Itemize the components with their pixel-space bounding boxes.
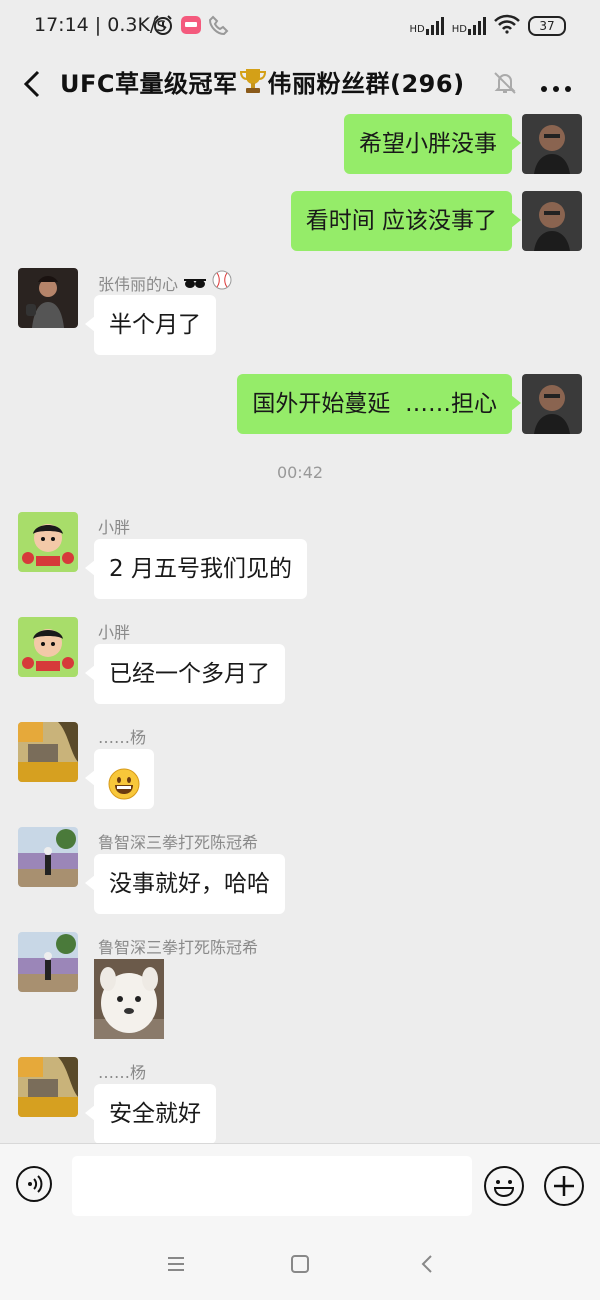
sender-avatar[interactable] — [18, 722, 78, 782]
message-incoming: 小胖 2 月五号我们见的 — [0, 512, 600, 602]
my-avatar[interactable] — [522, 114, 582, 174]
voice-icon[interactable] — [16, 1166, 52, 1202]
message-incoming: ……杨 安全就好 — [0, 1057, 600, 1147]
signal-icon: HD — [410, 17, 444, 35]
message-bubble[interactable]: 半个月了 — [85, 295, 216, 355]
message-incoming: 鲁智深三拳打死陈冠希 — [0, 932, 600, 1042]
battery-icon: 37 — [528, 16, 566, 36]
white-dog-sticker[interactable] — [94, 959, 164, 1039]
sender-name: ……杨 — [98, 1063, 147, 1082]
emoji-icon[interactable] — [484, 1166, 524, 1206]
sender-name-text: 张伟丽的心 — [98, 275, 179, 294]
alarm-icon — [152, 14, 174, 40]
plus-icon[interactable] — [544, 1166, 584, 1206]
input-bar — [0, 1143, 600, 1230]
message-incoming: 张伟丽的心 半个月了 — [0, 268, 600, 358]
message-bubble[interactable]: 安全就好 — [85, 1084, 216, 1144]
title-suffix: 伟丽粉丝群(296) — [267, 70, 465, 98]
home-icon[interactable] — [290, 1254, 310, 1278]
sender-name: 鲁智深三拳打死陈冠希 — [98, 833, 259, 852]
system-nav-bar — [0, 1230, 600, 1300]
trophy-icon — [238, 66, 268, 104]
sender-name: 小胖 — [98, 518, 131, 537]
message-incoming: 鲁智深三拳打死陈冠希 没事就好，哈哈 — [0, 827, 600, 917]
page-title: UFC草量级冠军 伟丽粉丝群(296) — [60, 66, 465, 104]
sender-name: 鲁智深三拳打死陈冠希 — [98, 938, 259, 957]
status-right-group: HD HD 37 — [410, 14, 566, 38]
grinning-face-icon — [108, 763, 140, 823]
sender-avatar[interactable] — [18, 932, 78, 992]
status-time: 17:14 | 0.3K/s — [34, 14, 167, 36]
app-notification-icon — [180, 14, 202, 40]
sender-avatar[interactable] — [18, 827, 78, 887]
more-icon[interactable] — [540, 78, 572, 97]
back-nav-icon[interactable] — [418, 1254, 438, 1278]
message-bubble[interactable]: 没事就好，哈哈 — [85, 854, 285, 914]
mute-icon — [492, 70, 518, 100]
message-input[interactable] — [72, 1156, 472, 1216]
signal-icon-2: HD — [452, 17, 486, 35]
message-bubble[interactable]: 国外开始蔓延 ……担心 — [237, 374, 521, 434]
back-icon[interactable] — [18, 66, 48, 102]
my-avatar[interactable] — [522, 374, 582, 434]
chat-header: UFC草量级冠军 伟丽粉丝群(296) — [0, 56, 600, 114]
message-bubble[interactable]: 已经一个多月了 — [85, 644, 285, 704]
sender-name: ……杨 — [98, 728, 147, 747]
message-bubble[interactable]: 希望小胖没事 — [344, 114, 521, 174]
status-bar: 17:14 | 0.3K/s HD HD 37 — [0, 0, 600, 56]
message-incoming: 小胖 已经一个多月了 — [0, 617, 600, 707]
phone-call-icon — [208, 14, 230, 40]
wifi-icon — [494, 14, 520, 38]
sender-avatar[interactable] — [18, 1057, 78, 1117]
sender-name: 小胖 — [98, 623, 131, 642]
sender-avatar[interactable] — [18, 268, 78, 328]
sunglasses-icon — [183, 275, 212, 294]
message-bubble[interactable]: 2 月五号我们见的 — [85, 539, 307, 599]
title-prefix: UFC草量级冠军 — [60, 70, 238, 98]
message-outgoing: 希望小胖没事 — [0, 114, 600, 174]
hd-label-2: HD — [451, 24, 467, 35]
message-incoming: ……杨 — [0, 722, 600, 812]
message-bubble[interactable]: 看时间 应该没事了 — [290, 191, 522, 251]
hd-label-1: HD — [409, 24, 425, 35]
message-outgoing: 国外开始蔓延 ……担心 — [0, 374, 600, 434]
emoji-bubble[interactable] — [85, 749, 154, 809]
baseball-icon — [212, 270, 232, 294]
my-avatar[interactable] — [522, 191, 582, 251]
sender-avatar[interactable] — [18, 512, 78, 572]
sender-name: 张伟丽的心 — [98, 270, 232, 295]
message-outgoing: 看时间 应该没事了 — [0, 191, 600, 251]
menu-icon[interactable] — [166, 1254, 186, 1278]
sender-avatar[interactable] — [18, 617, 78, 677]
time-divider: 00:42 — [276, 463, 324, 482]
